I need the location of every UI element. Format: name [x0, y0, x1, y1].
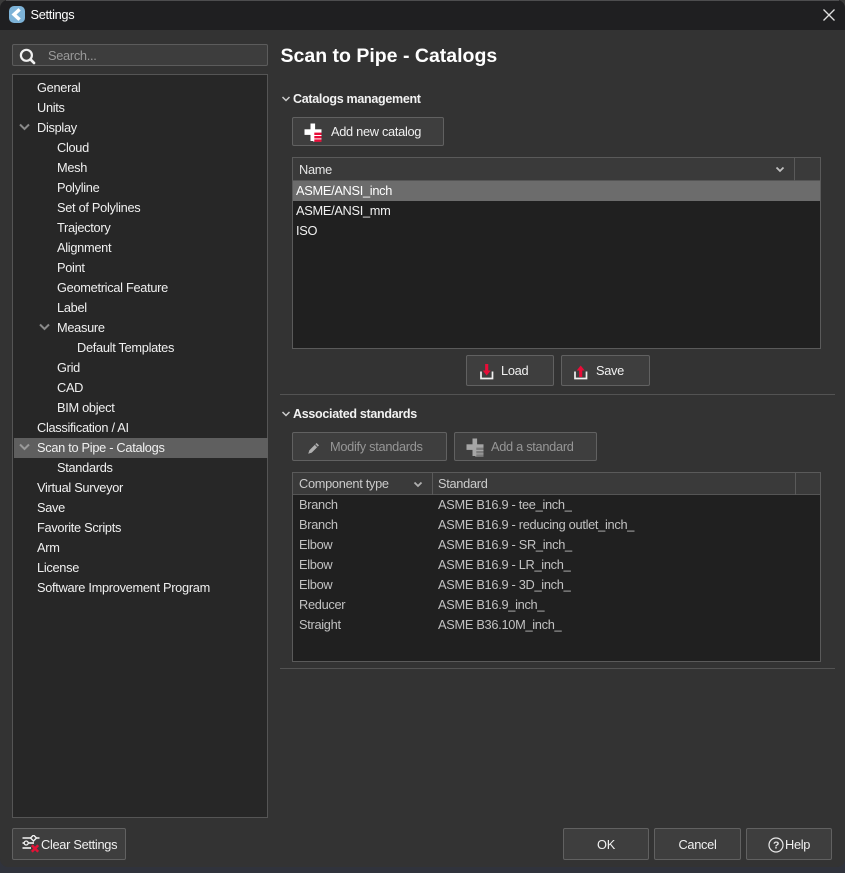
- svg-text:?: ?: [773, 840, 779, 852]
